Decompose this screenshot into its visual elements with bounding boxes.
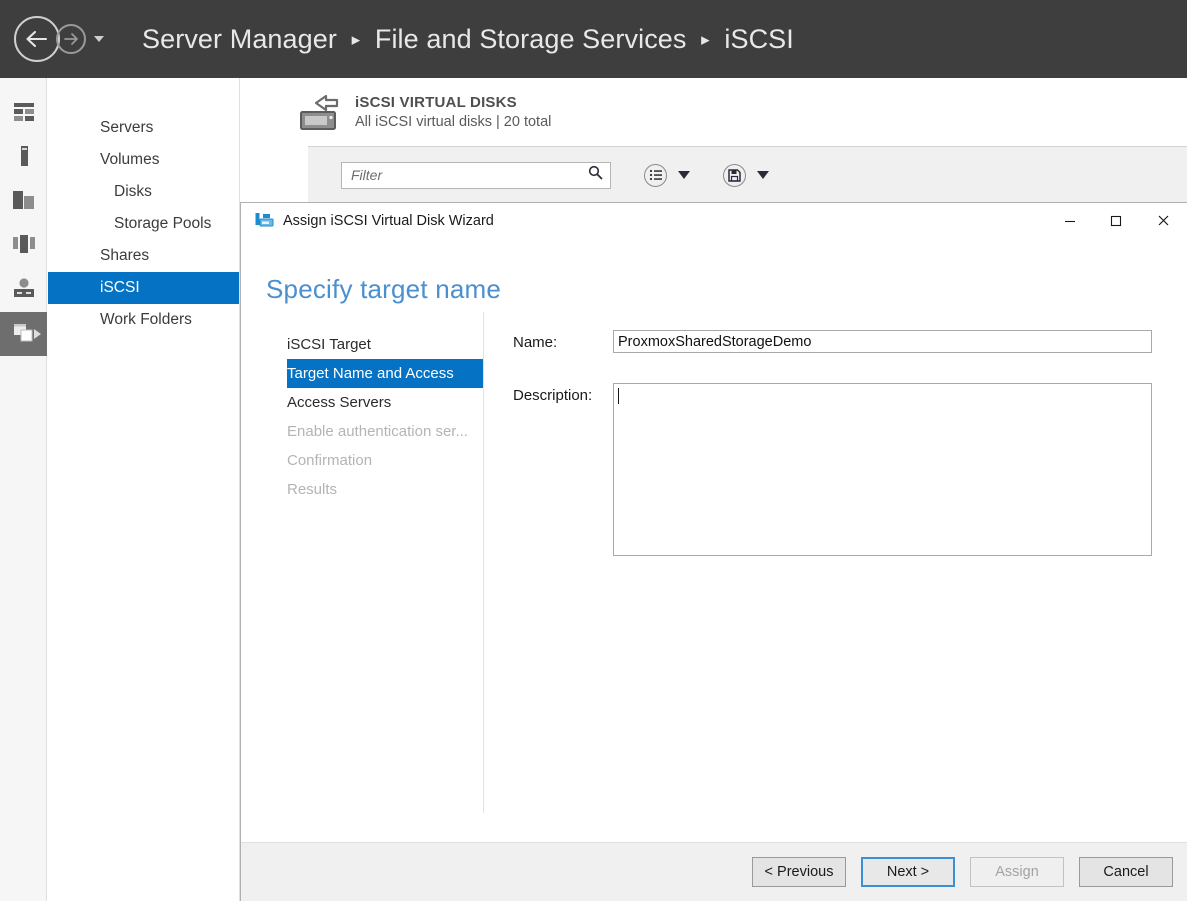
sidebar-item-label: Volumes [100,151,160,168]
text-cursor [618,388,619,404]
rail-item-file-and-storage-services[interactable] [0,224,47,268]
description-row: Description: [513,383,1187,561]
file-and-storage-services-icon [11,233,37,260]
iscsi-wizard-icon [255,212,274,229]
navigation-arrows [14,16,104,62]
chevron-down-icon[interactable] [678,171,690,179]
wizard-step-access-servers[interactable]: Access Servers [287,388,483,417]
description-label: Description: [513,387,593,404]
search-input[interactable]: Filter [341,161,611,189]
sidebar-nav: Servers Volumes Disks Storage Pools Shar… [48,78,240,901]
all-servers-icon [11,189,37,216]
sidebar-item-disks[interactable]: Disks [48,176,239,208]
save-query-group [723,163,769,187]
page-subtitle: All iSCSI virtual disks | 20 total [355,114,552,130]
dialog-title: Assign iSCSI Virtual Disk Wizard [283,212,494,229]
breadcrumb-item-file-and-storage-services[interactable]: File and Storage Services [375,24,687,54]
wizard-step-iscsi-target[interactable]: iSCSI Target [287,330,483,359]
name-label: Name: [513,334,558,351]
iscsi-virtual-disk-icon [296,92,342,139]
view-options-group [644,163,690,187]
sidebar-item-volumes[interactable]: Volumes [48,144,239,176]
sidebar-item-servers[interactable]: Servers [48,112,239,144]
breadcrumb-separator: ▸ [701,29,710,49]
save-query-icon[interactable] [723,163,746,187]
rail-item-dashboard[interactable] [0,92,47,136]
rail-item-iscsi[interactable] [0,268,47,312]
local-server-icon [12,145,36,172]
previous-button[interactable]: < Previous [752,857,846,887]
sidebar-item-label: Work Folders [100,311,192,328]
sidebar-item-iscsi[interactable]: iSCSI [48,272,239,304]
sidebar-item-shares[interactable]: Shares [48,240,239,272]
filter-placeholder: Filter [351,167,383,183]
icon-rail [0,78,47,901]
wizard-step-label: Target Name and Access [287,365,454,382]
breadcrumb-separator: ▸ [351,29,361,49]
vertical-divider [483,312,484,813]
dialog-title-bar[interactable]: Assign iSCSI Virtual Disk Wizard [241,203,1187,238]
iscsi-rail-icon [11,277,37,304]
sidebar-item-label: iSCSI [100,279,140,296]
cancel-button[interactable]: Cancel [1079,857,1173,887]
sidebar-item-label: Disks [114,183,152,200]
close-button[interactable] [1139,203,1187,238]
dialog-footer: < Previous Next > Assign Cancel [241,842,1187,901]
app-header: Server Manager ▸ File and Storage Servic… [0,0,1187,78]
volumes-rail-icon [11,321,37,348]
wizard-step-results: Results [287,475,483,504]
sidebar-item-storage-pools[interactable]: Storage Pools [48,208,239,240]
chevron-down-icon[interactable] [757,171,769,179]
dashboard-icon [12,101,36,128]
target-name-form: Name: Description: [513,330,1187,561]
sidebar-item-label: Storage Pools [114,215,212,232]
breadcrumb: Server Manager ▸ File and Storage Servic… [142,24,794,55]
wizard-step-label: Access Servers [287,394,392,411]
wizard-steps: iSCSI Target Target Name and Access Acce… [287,330,483,504]
minimize-button[interactable] [1047,203,1093,238]
sidebar-item-label: Servers [100,119,154,136]
wizard-step-label: Enable authentication ser... [287,423,468,440]
assign-iscsi-virtual-disk-wizard-dialog: Assign iSCSI Virtual Disk Wizard Specify… [240,202,1187,901]
wizard-step-label: iSCSI Target [287,336,371,353]
rail-item-volumes[interactable] [0,312,47,356]
target-description-input[interactable] [613,383,1152,556]
rail-item-all-servers[interactable] [0,180,47,224]
breadcrumb-item-iscsi[interactable]: iSCSI [724,24,794,54]
maximize-button[interactable] [1093,203,1139,238]
sidebar-item-label: Shares [100,247,150,264]
wizard-step-confirmation: Confirmation [287,446,483,475]
sidebar-item-work-folders[interactable]: Work Folders [48,304,239,336]
page-title: iSCSI VIRTUAL DISKS [355,94,517,111]
dialog-heading: Specify target name [266,274,502,304]
breadcrumb-item-server-manager[interactable]: Server Manager [142,24,337,54]
page-header: iSCSI VIRTUAL DISKS All iSCSI virtual di… [273,78,1187,139]
chevron-down-icon[interactable] [94,36,104,42]
wizard-step-label: Results [287,481,338,498]
description-wrapper [613,383,1152,561]
next-button[interactable]: Next > [861,857,955,887]
assign-button: Assign [970,857,1064,887]
wizard-step-label: Confirmation [287,452,373,469]
toolbar: Filter [308,147,1187,203]
wizard-step-enable-authentication: Enable authentication ser... [287,417,483,446]
search-icon[interactable] [588,165,603,185]
wizard-step-target-name-and-access[interactable]: Target Name and Access [287,359,483,388]
back-arrow-icon[interactable] [14,16,60,62]
dialog-body: iSCSI Target Target Name and Access Acce… [241,312,1187,848]
window-controls [1047,203,1187,238]
list-view-icon[interactable] [644,163,667,187]
name-row: Name: [513,330,1187,353]
rail-item-local-server[interactable] [0,136,47,180]
target-name-input[interactable] [613,330,1152,353]
rail-expand-caret-icon[interactable] [34,329,41,339]
forward-arrow-icon[interactable] [56,24,86,54]
